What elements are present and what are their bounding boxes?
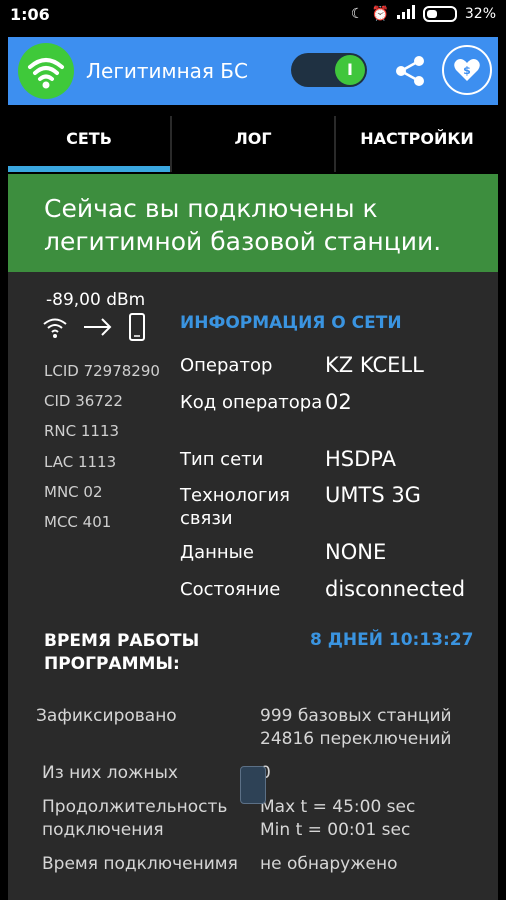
app-bar: Легитимная БС I $ [8,37,498,105]
info-label: Технология связи [180,485,291,529]
network-info-title: ИНФОРМАЦИЯ О СЕТИ [180,313,402,333]
status-bar: 1:06 ☾ ⏰ 32% [0,0,506,32]
info-label: Тип сети [180,449,264,470]
info-row: Код оператора 02 [180,391,500,448]
uptime-label: ВРЕМЯ РАБОТЫ ПРОГРАММЫ: [44,631,200,674]
info-row: Данные NONE [180,541,500,578]
cell-id-item: MCC 401 [44,513,112,532]
info-row: Оператор KZ KCELL [180,354,500,391]
info-value: 02 [325,390,352,414]
arrow-right-icon [84,318,112,336]
duration-max: Max t = 45:00 sec [260,797,416,817]
donate-icon[interactable]: $ [442,45,492,95]
cell-id-item: LAC 1113 [44,452,117,471]
status-icons: ☾ ⏰ 32% [351,5,496,23]
signal-icon [396,5,415,23]
banner-text: Сейчас вы подключены к легитимной базово… [44,194,442,256]
info-value: UMTS 3G [325,483,421,507]
recorded-stations: 999 базовых станций [260,706,452,726]
uptime-value: 8 ДНЕЙ 10:13:27 [310,630,474,650]
wifi-signal-icon [43,318,67,338]
share-icon[interactable] [392,53,428,89]
info-value: HSDPA [325,447,396,471]
info-label: Код оператора [180,392,323,413]
svg-text:$: $ [463,64,471,77]
floating-overlay-handle[interactable] [240,766,266,804]
time-value: не обнаружено [260,854,398,874]
protection-toggle[interactable]: I [291,53,367,87]
info-value: disconnected [325,577,466,601]
cell-id-item: LCID 72978290 [44,362,160,380]
connection-icons [42,312,152,342]
network-info-table: Оператор KZ KCELL Код оператора 02 Тип с… [180,354,500,614]
tab-bar: СЕТЬ ЛОГ НАСТРОЙКИ [8,116,498,172]
cell-id-list: LCID 72978290 CID 36722 RNC 1113 LAC 111… [44,356,160,537]
info-row: Тип сети HSDPA [180,448,500,484]
fake-label: Из них ложных [42,763,178,783]
recorded-switches: 24816 переключений [260,729,452,749]
info-row: Технология связи UMTS 3G [180,484,500,541]
info-label: Оператор [180,355,273,376]
toggle-knob[interactable]: I [335,55,365,85]
time-label: Время подключенимя [42,854,238,874]
app-title: Легитимная БС [86,59,248,83]
duration-label: Продолжительность подключения [42,797,228,840]
info-label: Состояние [180,579,281,600]
cell-id-item: CID 36722 [44,392,123,411]
info-label: Данные [180,542,254,563]
tab-settings[interactable]: НАСТРОЙКИ [336,116,498,172]
recorded-label: Зафиксировано [36,706,177,726]
signal-strength: -89,00 dBm [46,290,146,310]
tab-log[interactable]: ЛОГ [172,116,334,172]
cell-id-item: MNC 02 [44,482,103,501]
info-value: KZ KCELL [325,353,424,377]
phone-icon [129,313,145,341]
battery-percent: 32% [464,6,496,22]
moon-icon: ☾ [350,6,364,22]
status-time: 1:06 [10,5,50,24]
tab-network[interactable]: СЕТЬ [8,116,170,172]
cell-id-item: RNC 1113 [44,422,120,441]
alarm-icon: ⏰ [371,6,389,22]
status-banner: Сейчас вы подключены к легитимной базово… [8,174,498,272]
wifi-app-icon [18,43,74,99]
battery-icon [422,6,457,22]
tab-indicator [8,166,170,172]
info-row: Состояние disconnected [180,578,500,614]
duration-min: Min t = 00:01 sec [260,820,411,840]
info-value: NONE [325,540,387,564]
